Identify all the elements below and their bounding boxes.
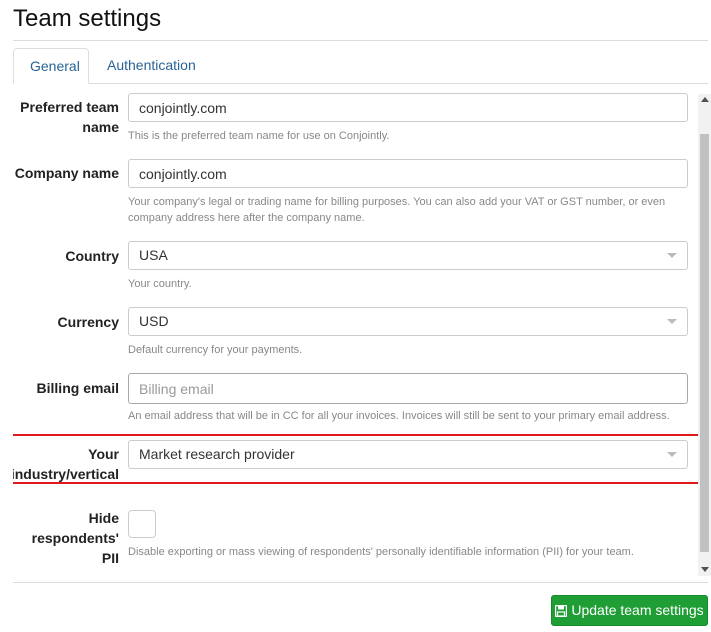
update-team-settings-button[interactable]: Update team settings: [551, 595, 708, 626]
chevron-down-icon: [667, 319, 677, 324]
billing-email-input[interactable]: [128, 373, 688, 404]
country-value: USA: [139, 247, 168, 263]
footer-divider: [13, 582, 708, 583]
title-divider: [13, 40, 708, 41]
page-title: Team settings: [13, 5, 162, 32]
tab-bar: General Authentication: [13, 48, 708, 84]
hide-pii-checkbox[interactable]: [128, 510, 156, 538]
currency-label: Currency: [57, 314, 119, 330]
currency-value: USD: [139, 313, 169, 329]
company-name-help: Your company's legal or trading name for…: [128, 194, 688, 226]
hide-pii-label-line2: respondents' PII: [31, 530, 119, 566]
update-button-label: Update team settings: [571, 602, 704, 618]
tab-general[interactable]: General: [13, 48, 89, 84]
currency-select[interactable]: USD: [128, 307, 688, 336]
company-name-label: Company name: [14, 165, 119, 181]
country-help: Your country.: [128, 278, 192, 290]
industry-value: Market research provider: [139, 446, 295, 462]
preferred-team-name-label-line1: Preferred team: [20, 99, 119, 115]
save-icon: [555, 605, 568, 617]
settings-form: Preferred team name This is the preferre…: [13, 84, 711, 576]
company-name-help-line2: company address here after the company n…: [128, 212, 365, 224]
company-name-input[interactable]: [128, 159, 688, 188]
industry-label-line2: industry/vertical: [13, 466, 119, 482]
scrollbar-thumb[interactable]: [700, 134, 709, 552]
industry-label-line1: Your: [88, 446, 119, 462]
billing-email-label: Billing email: [36, 380, 119, 396]
industry-select[interactable]: Market research provider: [128, 440, 688, 469]
chevron-down-icon: [667, 253, 677, 258]
chevron-down-icon: [667, 452, 677, 457]
country-select[interactable]: USA: [128, 241, 688, 270]
tab-authentication[interactable]: Authentication: [91, 48, 212, 83]
hide-pii-label-line1: Hide: [88, 510, 119, 526]
preferred-team-name-help: This is the preferred team name for use …: [128, 130, 390, 142]
scroll-up-arrow-icon[interactable]: [701, 97, 709, 102]
preferred-team-name-input[interactable]: [128, 93, 688, 122]
currency-help: Default currency for your payments.: [128, 344, 303, 356]
scroll-down-arrow-icon[interactable]: [701, 567, 709, 572]
hide-pii-help: Disable exporting or mass viewing of res…: [128, 546, 634, 558]
billing-email-help: An email address that will be in CC for …: [128, 410, 670, 422]
form-scrollbar[interactable]: [698, 94, 711, 576]
preferred-team-name-label-line2: name: [82, 119, 119, 135]
country-label: Country: [65, 248, 119, 264]
company-name-help-line1: Your company's legal or trading name for…: [128, 196, 666, 208]
